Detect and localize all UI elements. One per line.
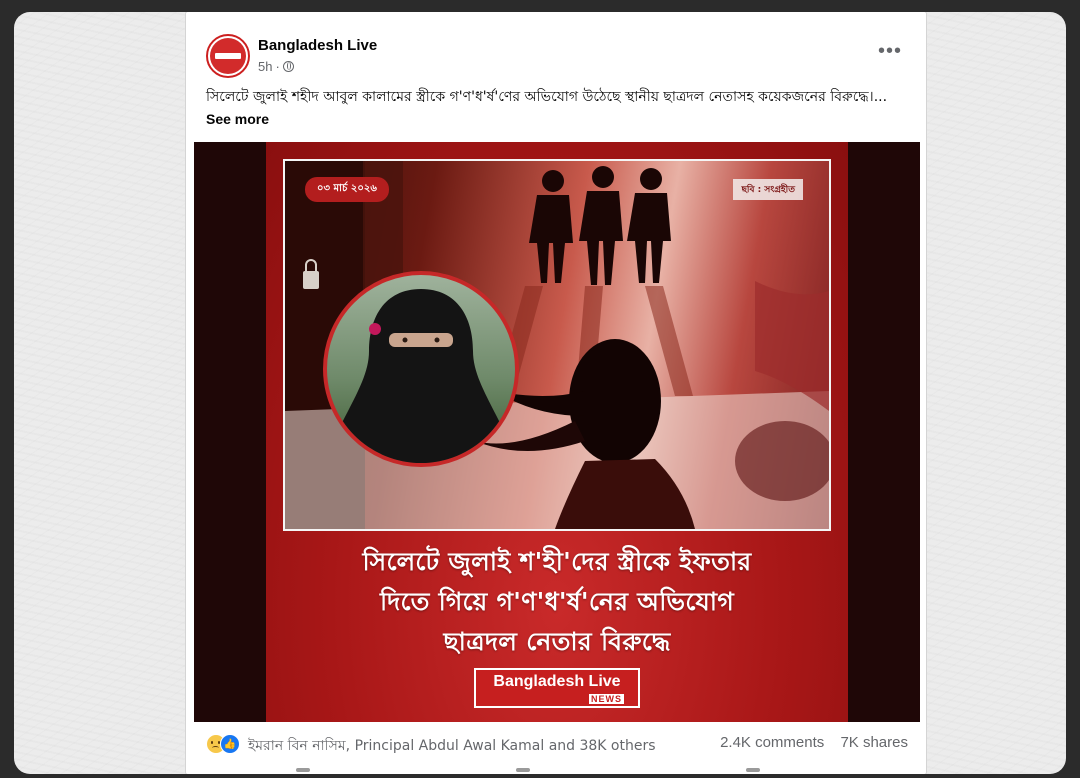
action-bar-cutoff bbox=[186, 766, 926, 774]
meta-separator: · bbox=[275, 59, 280, 74]
shares-count[interactable]: 7K shares bbox=[840, 734, 908, 751]
post-text: সিলেটে জুলাই শহীদ আবুল কালামের স্ত্রীকে … bbox=[206, 86, 896, 131]
poster-headline: সিলেটে জুলাই শ'হী'দের স্ত্রীকে ইফতার দিত… bbox=[266, 542, 848, 662]
reaction-icons[interactable]: 👍 bbox=[206, 734, 246, 754]
like-reaction-icon: 👍 bbox=[220, 734, 240, 754]
poster-illustration: ০৩ মার্চ ২০২৬ ছবি : সংগ্রহীত bbox=[283, 159, 831, 531]
woman-portrait bbox=[323, 271, 519, 467]
photo-frame: Bangladesh Live 5h · ••• সিলেটে জুলাই শহ… bbox=[14, 12, 1066, 774]
post-image[interactable]: ০৩ মার্চ ২০২৬ ছবি : সংগ্রহীত সিলেটে জুলা… bbox=[194, 142, 920, 722]
more-options-icon[interactable]: ••• bbox=[878, 40, 902, 63]
headline-line-2: দিতে গিয়ে গ'ণ'ধ'র্ষ'নের অভিযোগ bbox=[379, 587, 735, 616]
news-poster: ০৩ মার্চ ২০২৬ ছবি : সংগ্রহীত সিলেটে জুলা… bbox=[266, 142, 848, 722]
globe-icon bbox=[282, 61, 294, 72]
headline-line-3: ছাত্রদল নেতার বিরুদ্ধে bbox=[443, 627, 671, 656]
niqab-woman-icon bbox=[327, 289, 515, 463]
post-time[interactable]: 5h bbox=[258, 59, 272, 74]
photo-credit: ছবি : সংগ্রহীত bbox=[733, 179, 803, 200]
page-avatar[interactable] bbox=[206, 34, 250, 78]
avatar-logo-icon bbox=[210, 38, 246, 74]
date-badge: ০৩ মার্চ ২০২৬ bbox=[305, 177, 389, 202]
headline-line-1: সিলেটে জুলাই শ'হী'দের স্ত্রীকে ইফতার bbox=[362, 547, 752, 576]
post-meta: 5h · bbox=[258, 59, 294, 74]
post-body: সিলেটে জুলাই শহীদ আবুল কালামের স্ত্রীকে … bbox=[206, 89, 888, 105]
reactors-names[interactable]: ইমরান বিন নাসিম, Principal Abdul Awal Ka… bbox=[248, 734, 656, 758]
facebook-post-card: Bangladesh Live 5h · ••• সিলেটে জুলাই শহ… bbox=[186, 12, 926, 774]
see-more-link[interactable]: See more bbox=[206, 111, 269, 127]
post-header: Bangladesh Live 5h · ••• সিলেটে জুলাই শহ… bbox=[186, 12, 926, 132]
reactions-bar: 👍 ইমরান বিন নাসিম, Principal Abdul Awal … bbox=[186, 728, 926, 758]
brand-news-label: NEWS bbox=[589, 694, 624, 704]
page-name[interactable]: Bangladesh Live bbox=[258, 37, 377, 54]
bangladesh-live-logo: Bangladesh Live NEWS bbox=[474, 668, 640, 708]
brand-name: Bangladesh Live bbox=[493, 673, 621, 690]
comments-count[interactable]: 2.4K comments bbox=[720, 734, 824, 751]
engagement-counts: 2.4K comments 7K shares bbox=[708, 734, 908, 751]
